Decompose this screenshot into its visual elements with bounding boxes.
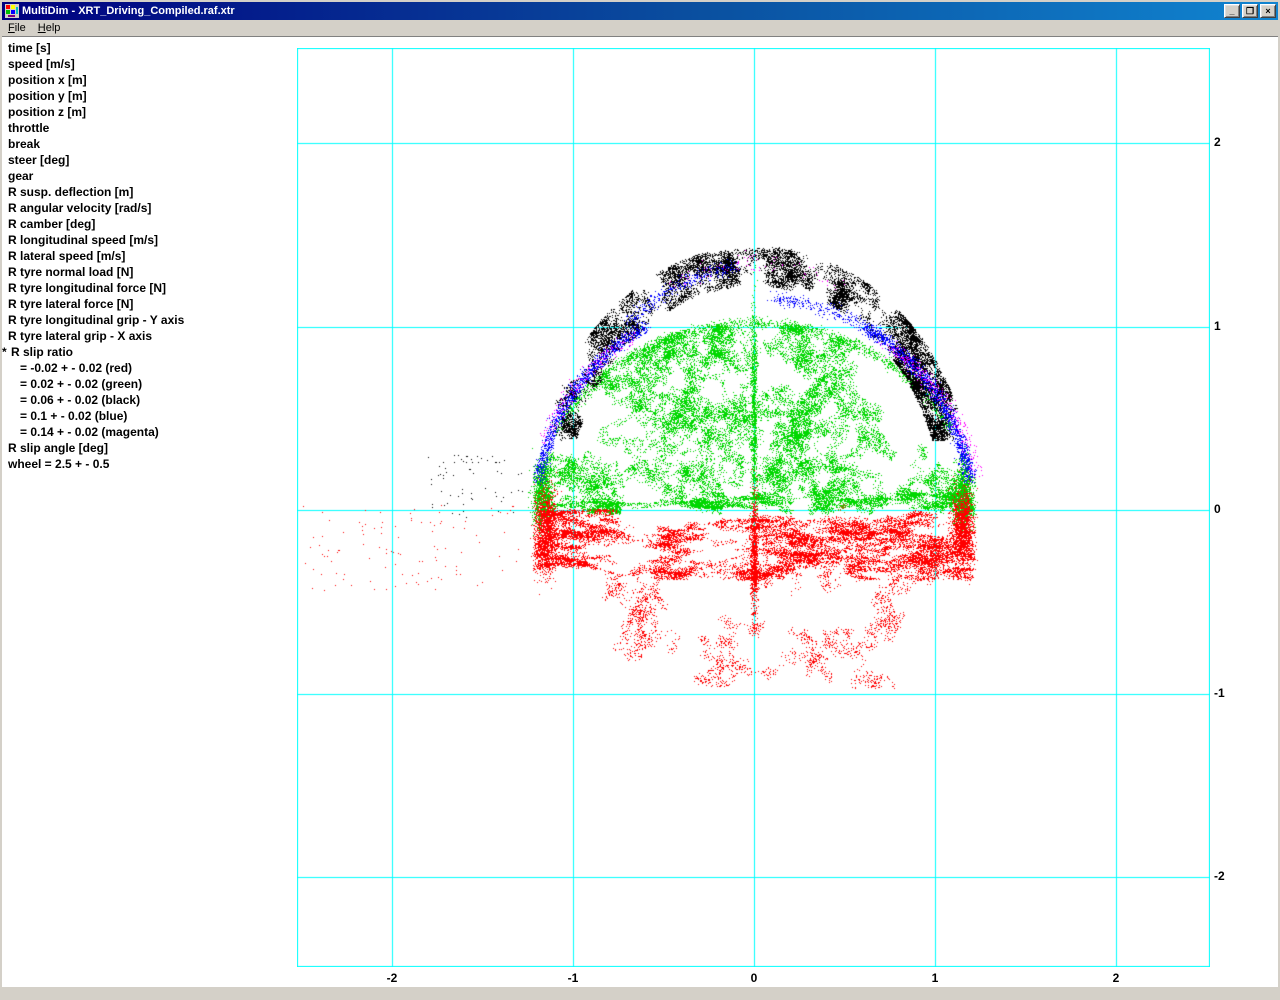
channel-item[interactable]: break bbox=[2, 136, 292, 152]
legend-item: = -0.02 + - 0.02 (red) bbox=[20, 361, 133, 375]
channel-item[interactable]: R tyre lateral force [N] bbox=[2, 296, 292, 312]
x-tick-label: -1 bbox=[567, 971, 579, 985]
plot-area bbox=[297, 48, 1210, 967]
selected-channel-label: R slip ratio bbox=[11, 345, 74, 359]
channel-item[interactable]: gear bbox=[2, 168, 292, 184]
y-tick-label: 0 bbox=[1214, 502, 1221, 516]
channel-item[interactable]: R slip angle [deg] bbox=[2, 440, 292, 456]
legend-item: = 0.02 + - 0.02 (green) bbox=[20, 377, 143, 391]
channel-item[interactable]: R longitudinal speed [m/s] bbox=[2, 232, 292, 248]
window-title: MultiDim - XRT_Driving_Compiled.raf.xtr bbox=[22, 5, 235, 17]
channel-item[interactable]: R susp. deflection [m] bbox=[2, 184, 292, 200]
channel-list: time [s] speed [m/s] position x [m] positio… bbox=[2, 40, 292, 472]
legend-item: = 0.14 + - 0.02 (magenta) bbox=[20, 425, 159, 439]
channel-item[interactable]: R angular velocity [rad/s] bbox=[2, 200, 292, 216]
y-tick-label: 2 bbox=[1214, 135, 1221, 149]
app-window: MultiDim - XRT_Driving_Compiled.raf.xtr … bbox=[0, 0, 1280, 1000]
x-tick-label: 2 bbox=[1112, 971, 1120, 985]
channel-item[interactable]: time [s] bbox=[2, 40, 292, 56]
channel-item[interactable]: position x [m] bbox=[2, 72, 292, 88]
channel-item[interactable]: throttle bbox=[2, 120, 292, 136]
channel-item[interactable]: wheel = 2.5 + - 0.5 bbox=[2, 456, 292, 472]
x-tick-label: 0 bbox=[750, 971, 758, 985]
legend-item: = 0.06 + - 0.02 (black) bbox=[20, 393, 141, 407]
channel-item[interactable]: R tyre lateral grip - X axis bbox=[2, 328, 292, 344]
channel-item[interactable]: R tyre longitudinal force [N] bbox=[2, 280, 292, 296]
y-tick-label: -1 bbox=[1214, 685, 1225, 700]
status-bar bbox=[2, 987, 1278, 998]
channel-item[interactable]: R tyre longitudinal grip - Y axis bbox=[2, 312, 292, 328]
menu-bar: File Help bbox=[2, 20, 1278, 37]
channel-item[interactable]: R camber [deg] bbox=[2, 216, 292, 232]
selected-channel-marker: * bbox=[2, 345, 7, 359]
restore-button[interactable]: ❐ bbox=[1242, 4, 1258, 18]
y-tick-label: -2 bbox=[1214, 869, 1225, 883]
menu-item-help[interactable]: Help bbox=[32, 21, 67, 36]
channel-item[interactable]: R tyre normal load [N] bbox=[2, 264, 292, 280]
plot-canvas[interactable] bbox=[297, 48, 1210, 967]
channel-item[interactable]: position z [m] bbox=[2, 104, 292, 120]
legend-item: = 0.1 + - 0.02 (blue) bbox=[20, 409, 128, 423]
close-button[interactable]: × bbox=[1260, 4, 1276, 18]
window-controls: _ ❐ × bbox=[1224, 4, 1276, 18]
app-icon bbox=[5, 4, 19, 18]
title-bar: MultiDim - XRT_Driving_Compiled.raf.xtr … bbox=[2, 2, 1278, 20]
channel-item[interactable]: R lateral speed [m/s] bbox=[2, 248, 292, 264]
y-tick-label: 1 bbox=[1214, 318, 1221, 333]
menu-item-file[interactable]: File bbox=[2, 21, 32, 36]
x-tick-label: 1 bbox=[931, 971, 939, 985]
channel-item[interactable]: steer [deg] bbox=[2, 152, 292, 168]
minimize-button[interactable]: _ bbox=[1224, 4, 1240, 18]
channel-item-selected[interactable]: * R slip ratio bbox=[2, 344, 292, 360]
x-tick-label: -2 bbox=[386, 971, 398, 985]
channel-item[interactable]: speed [m/s] bbox=[2, 56, 292, 72]
channel-item[interactable]: position y [m] bbox=[2, 88, 292, 104]
